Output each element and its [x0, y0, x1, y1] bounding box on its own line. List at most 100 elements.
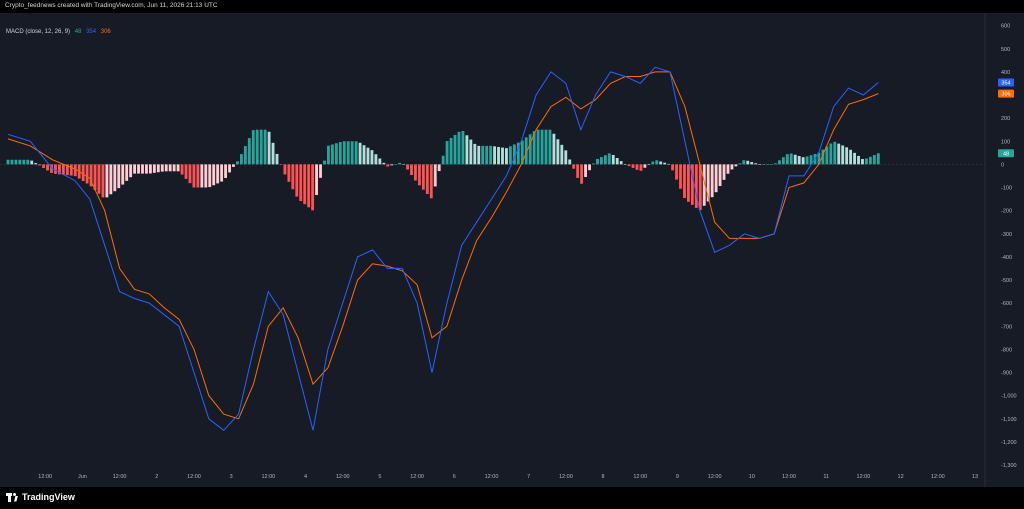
histogram-bar: [129, 164, 133, 178]
x-tick-label: 3: [230, 474, 233, 480]
histogram-bar: [718, 164, 722, 187]
histogram-bar: [145, 164, 148, 174]
histogram-bar: [461, 130, 465, 165]
histogram-bar: [137, 164, 140, 174]
histogram-bar: [414, 164, 417, 181]
histogram-bar: [722, 164, 726, 180]
histogram-bar: [93, 164, 97, 191]
histogram-bar: [180, 164, 184, 175]
histogram-bar: [208, 164, 212, 188]
y-tick-label: -1,300: [1001, 463, 1017, 469]
histogram-bar: [141, 164, 144, 174]
histogram-bar: [659, 161, 663, 165]
x-tick-label: 12:00: [857, 474, 871, 480]
histogram-bar: [319, 164, 322, 178]
x-tick-label: 8: [602, 474, 605, 480]
attribution-text: Crypto_feednews created with TradingView…: [5, 2, 218, 9]
histogram-bar: [710, 164, 714, 198]
histogram-bar: [865, 158, 868, 165]
histogram-bar: [754, 163, 758, 165]
histogram-bar: [750, 162, 754, 165]
histogram-bar: [315, 164, 318, 196]
histogram-bar: [390, 164, 394, 166]
histogram-bar: [295, 164, 299, 197]
histogram-bar: [584, 164, 587, 177]
histogram-bar: [726, 164, 730, 174]
footer-bar: TradingView: [0, 487, 1024, 509]
histogram-bar: [770, 164, 773, 165]
histogram-bar: [433, 164, 437, 187]
x-tick-label: 5: [378, 474, 381, 480]
x-tick-label: 12:00: [187, 474, 201, 480]
histogram-bar: [204, 164, 208, 188]
histogram-bar: [730, 164, 734, 170]
histogram-bar: [544, 129, 548, 165]
y-tick-label: -100: [1001, 186, 1012, 192]
histogram-bar: [255, 129, 259, 165]
histogram-bar: [631, 164, 635, 168]
histogram-bar: [505, 148, 508, 165]
histogram-bar: [746, 160, 750, 165]
histogram-bar: [540, 129, 544, 165]
histogram-bar: [623, 164, 627, 165]
x-tick-label: 9: [676, 474, 679, 480]
histogram-bar: [176, 164, 180, 172]
histogram-bar: [714, 164, 718, 193]
histogram-bar: [224, 164, 227, 178]
histogram-bar: [805, 156, 809, 165]
histogram-bar: [441, 155, 445, 165]
histogram-bar: [121, 164, 125, 185]
histogram-bar: [449, 137, 453, 165]
histogram-bar: [758, 164, 762, 165]
histogram-bar: [793, 154, 797, 165]
histogram-bar: [109, 164, 113, 195]
chart-pane[interactable]: 6005004003002001000-100-200-300-400-500-…: [0, 13, 1024, 487]
histogram-bar: [493, 146, 497, 165]
histogram-bar: [421, 164, 425, 190]
histogram-bar: [481, 145, 485, 165]
histogram-bar: [54, 164, 57, 174]
histogram-bar: [789, 153, 793, 165]
histogram-bar: [220, 164, 224, 182]
histogram-bar: [156, 164, 160, 173]
histogram-bar: [825, 146, 829, 165]
indicator-legend[interactable]: MACD (close, 12, 26, 9) 48 354 306: [6, 29, 111, 35]
histogram-bar: [374, 154, 378, 165]
histogram-bar: [797, 155, 801, 165]
macd-line: [7, 66, 879, 431]
histogram-bar: [188, 164, 192, 184]
histogram-bar: [603, 155, 607, 165]
histogram-bar: [457, 131, 461, 165]
histogram-bar: [497, 146, 500, 165]
histogram-bar: [354, 141, 358, 165]
y-tick-label: -1,100: [1001, 417, 1017, 423]
histogram-bar: [635, 164, 639, 170]
histogram-bar: [346, 141, 350, 165]
histogram-bar: [599, 157, 603, 165]
x-tick-label: 12:00: [485, 474, 499, 480]
y-tick-label: 500: [1001, 47, 1010, 53]
histogram-bar: [200, 164, 204, 188]
y-tick-label: 400: [1001, 70, 1010, 76]
histogram-bar: [192, 164, 196, 188]
histogram-bar: [338, 142, 342, 165]
histogram-bar: [172, 164, 176, 172]
brand-name: TradingView: [22, 492, 75, 502]
histogram-bar: [366, 147, 370, 165]
histogram-bar: [774, 163, 777, 165]
x-tick-label: 4: [304, 474, 307, 480]
histogram-bar: [679, 164, 682, 189]
histogram-bar: [473, 143, 477, 165]
x-tick-label: 12:00: [782, 474, 796, 480]
histogram-bar: [259, 129, 263, 165]
histogram-bar: [845, 147, 849, 165]
histogram-bar: [283, 164, 287, 175]
macd-chart[interactable]: 6005004003002001000-100-200-300-400-500-…: [0, 13, 1024, 487]
tradingview-brand[interactable]: TradingView: [6, 492, 75, 502]
histogram-bar: [564, 150, 568, 165]
histogram-bar: [536, 129, 540, 165]
histogram-bar: [267, 131, 271, 165]
histogram-bar: [334, 143, 338, 165]
histogram-bar: [445, 141, 449, 165]
histogram-bar: [216, 164, 220, 184]
